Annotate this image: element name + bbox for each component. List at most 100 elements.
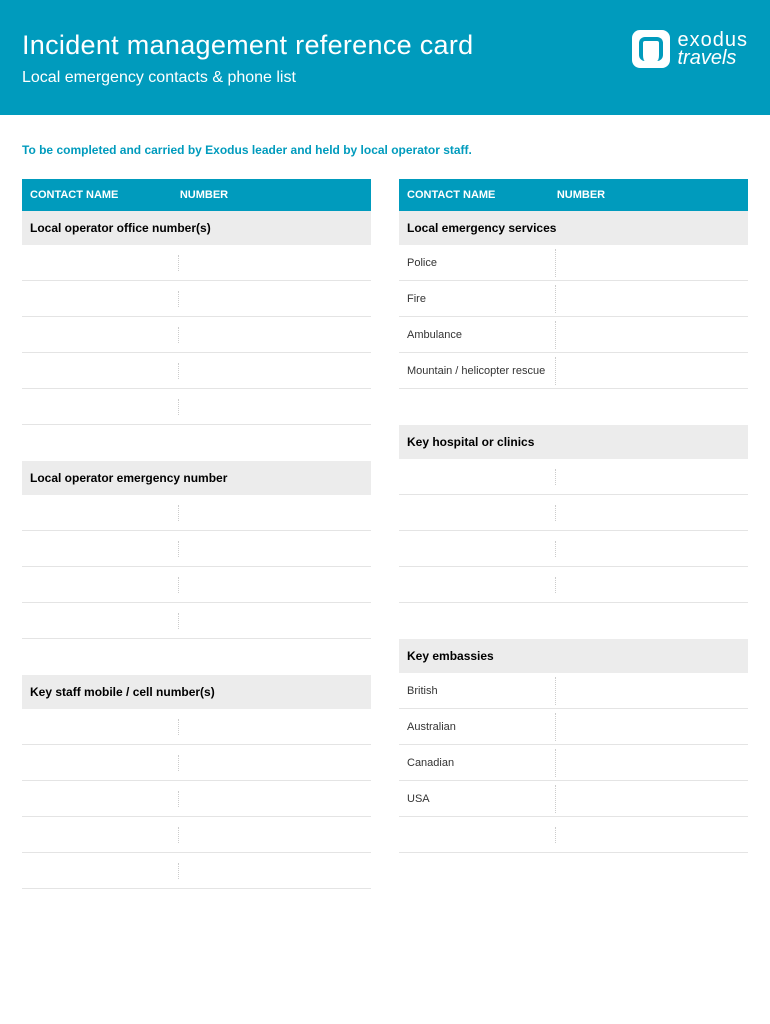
contact-name-cell[interactable] — [22, 255, 179, 271]
table-row — [22, 531, 371, 567]
section-title: Local operator office number(s) — [22, 211, 371, 245]
left-column: CONTACT NAME NUMBER Local operator offic… — [22, 179, 371, 889]
contact-number-cell[interactable] — [556, 755, 748, 771]
contact-number-cell[interactable] — [179, 791, 371, 807]
contact-name-cell[interactable] — [22, 327, 179, 343]
contact-name-cell[interactable]: British — [399, 677, 556, 705]
logo-text-line2: travels — [678, 49, 749, 67]
col-header-name: CONTACT NAME — [407, 189, 557, 201]
contact-name-cell[interactable] — [399, 469, 556, 485]
table-row — [399, 531, 748, 567]
table-row — [22, 389, 371, 425]
contact-number-cell[interactable] — [556, 719, 748, 735]
contact-number-cell[interactable] — [556, 255, 748, 271]
contact-number-cell[interactable] — [556, 505, 748, 521]
contact-name-cell[interactable] — [22, 755, 179, 771]
contact-name-cell[interactable] — [22, 791, 179, 807]
contact-number-cell[interactable] — [179, 577, 371, 593]
section-title: Local operator emergency number — [22, 461, 371, 495]
contact-name-cell[interactable]: Ambulance — [399, 321, 556, 349]
contact-number-cell[interactable] — [556, 541, 748, 557]
table-row — [22, 817, 371, 853]
contact-number-cell[interactable] — [556, 363, 748, 379]
contact-name-cell[interactable]: Mountain / helicopter rescue — [399, 357, 556, 385]
table-row — [399, 567, 748, 603]
contact-number-cell[interactable] — [179, 505, 371, 521]
contact-name-cell[interactable] — [22, 863, 179, 879]
contact-name-cell[interactable] — [22, 291, 179, 307]
contact-name-cell[interactable] — [22, 505, 179, 521]
section-gap — [399, 603, 748, 639]
logo-text: exodus travels — [678, 31, 749, 67]
contact-name-cell[interactable] — [22, 541, 179, 557]
table-row — [22, 745, 371, 781]
contact-name-cell[interactable]: USA — [399, 785, 556, 813]
page-subtitle: Local emergency contacts & phone list — [22, 69, 473, 87]
section-title: Key embassies — [399, 639, 748, 673]
contact-number-cell[interactable] — [179, 541, 371, 557]
table-row: USA — [399, 781, 748, 817]
contact-number-cell[interactable] — [556, 327, 748, 343]
contact-number-cell[interactable] — [179, 719, 371, 735]
table-row — [22, 781, 371, 817]
page-header: Incident management reference card Local… — [0, 0, 770, 115]
table-row — [22, 709, 371, 745]
contact-name-cell[interactable] — [22, 613, 179, 629]
contact-number-cell[interactable] — [556, 827, 748, 843]
right-column: CONTACT NAME NUMBER Local emergency serv… — [399, 179, 748, 889]
contact-number-cell[interactable] — [179, 613, 371, 629]
contact-name-cell[interactable] — [399, 827, 556, 843]
contact-name-cell[interactable] — [22, 719, 179, 735]
contact-number-cell[interactable] — [556, 683, 748, 699]
logo-icon — [632, 30, 670, 68]
left-sections: Local operator office number(s) Local ope… — [22, 211, 371, 889]
table-row: Mountain / helicopter rescue — [399, 353, 748, 389]
section-title: Local emergency services — [399, 211, 748, 245]
col-header-name: CONTACT NAME — [30, 189, 180, 201]
table-row — [22, 353, 371, 389]
contact-number-cell[interactable] — [556, 791, 748, 807]
page-title: Incident management reference card — [22, 30, 473, 61]
contact-name-cell[interactable] — [22, 827, 179, 843]
contact-name-cell[interactable] — [22, 399, 179, 415]
contact-name-cell[interactable] — [22, 577, 179, 593]
right-sections: Local emergency services Police Fire Ambula… — [399, 211, 748, 853]
section-title: Key staff mobile / cell number(s) — [22, 675, 371, 709]
instruction-text: To be completed and carried by Exodus le… — [22, 143, 748, 157]
contact-number-cell[interactable] — [179, 863, 371, 879]
contact-name-cell[interactable]: Australian — [399, 713, 556, 741]
contact-name-cell[interactable]: Fire — [399, 285, 556, 313]
contact-name-cell[interactable]: Police — [399, 249, 556, 277]
table-row: British — [399, 673, 748, 709]
contact-name-cell[interactable] — [399, 577, 556, 593]
table-row — [22, 317, 371, 353]
contact-name-cell[interactable] — [399, 505, 556, 521]
section-title: Key hospital or clinics — [399, 425, 748, 459]
contact-number-cell[interactable] — [556, 577, 748, 593]
contact-name-cell[interactable] — [399, 541, 556, 557]
contact-number-cell[interactable] — [179, 399, 371, 415]
contact-name-cell[interactable] — [22, 363, 179, 379]
table-row — [399, 495, 748, 531]
contact-number-cell[interactable] — [556, 291, 748, 307]
contact-name-cell[interactable]: Canadian — [399, 749, 556, 777]
table-row — [22, 245, 371, 281]
contact-number-cell[interactable] — [179, 255, 371, 271]
table-row — [399, 817, 748, 853]
contact-number-cell[interactable] — [179, 327, 371, 343]
table-row: Australian — [399, 709, 748, 745]
contact-number-cell[interactable] — [179, 291, 371, 307]
contact-number-cell[interactable] — [179, 827, 371, 843]
left-table-header: CONTACT NAME NUMBER — [22, 179, 371, 211]
table-row — [22, 853, 371, 889]
exodus-logo: exodus travels — [632, 30, 749, 68]
table-row: Fire — [399, 281, 748, 317]
contact-number-cell[interactable] — [556, 469, 748, 485]
table-row: Ambulance — [399, 317, 748, 353]
table-row — [22, 281, 371, 317]
section-gap — [22, 425, 371, 461]
contact-number-cell[interactable] — [179, 363, 371, 379]
table-row — [22, 495, 371, 531]
col-header-number: NUMBER — [180, 189, 363, 201]
contact-number-cell[interactable] — [179, 755, 371, 771]
